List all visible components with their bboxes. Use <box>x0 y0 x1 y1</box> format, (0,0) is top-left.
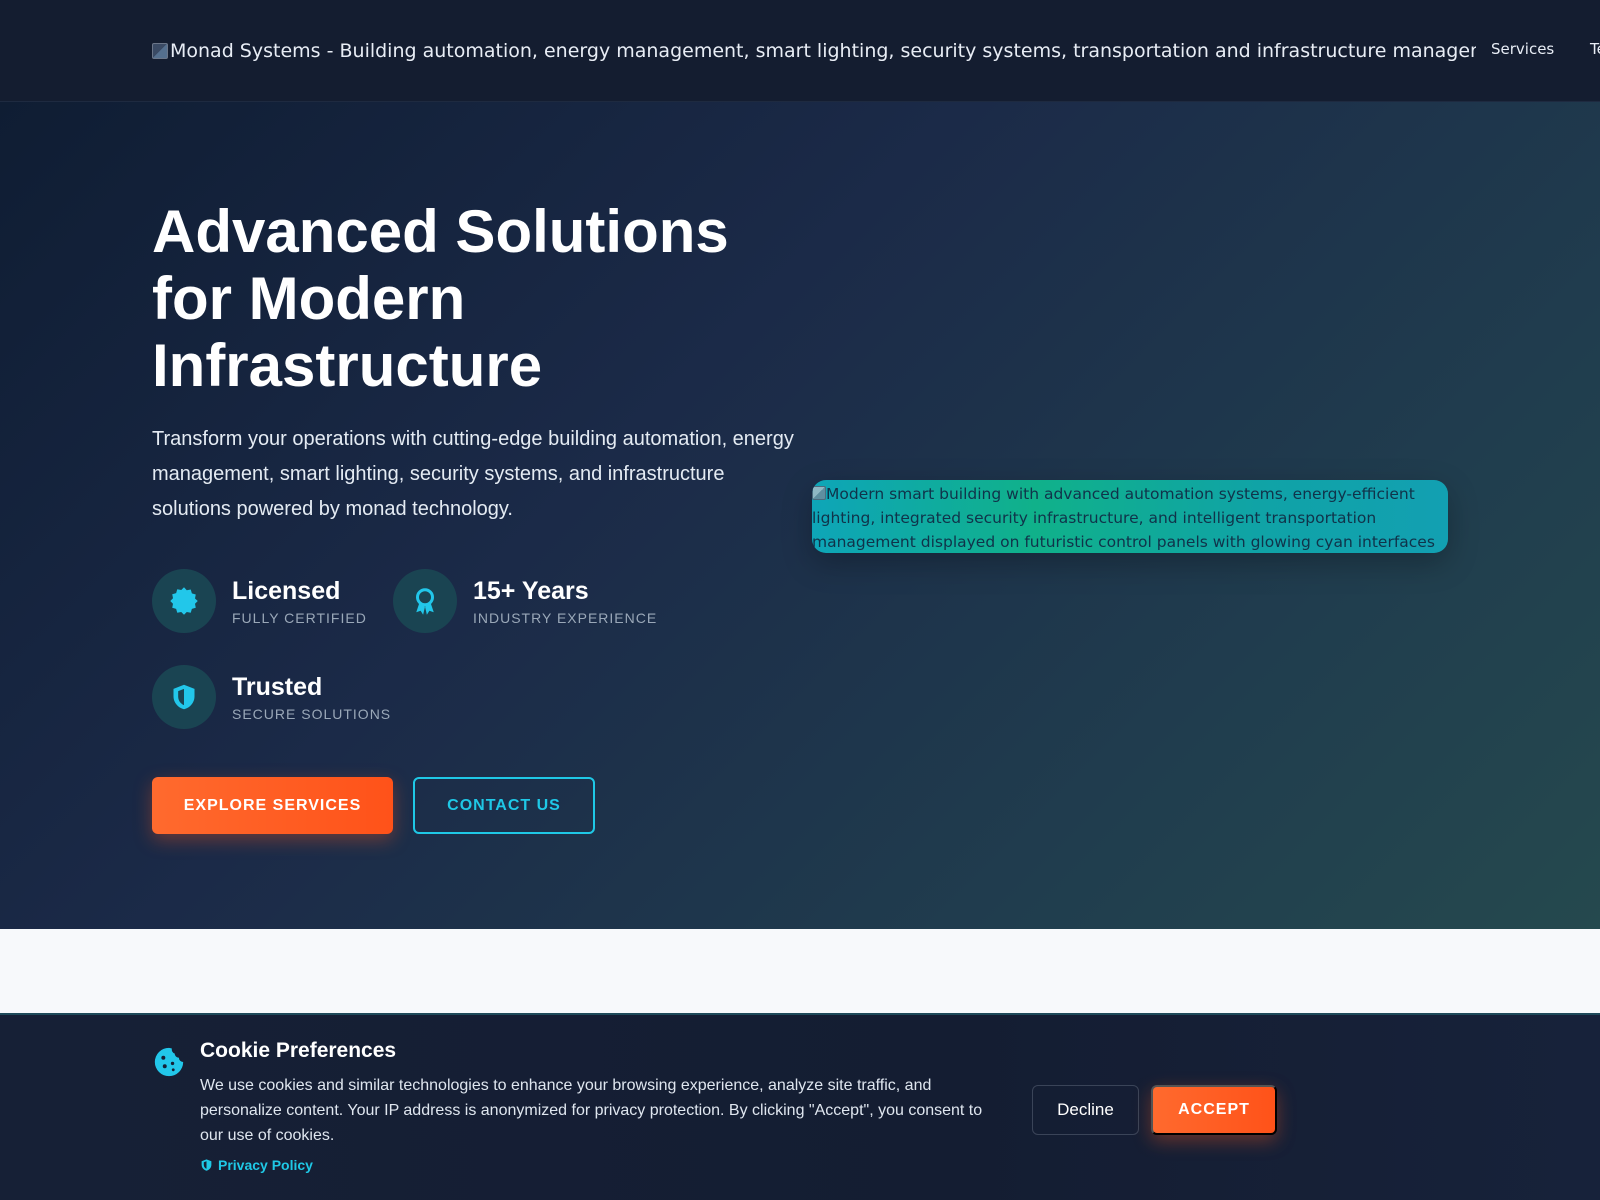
badge-subtitle: INDUSTRY EXPERIENCE <box>473 610 658 626</box>
badge-title: 15+ Years <box>473 577 589 605</box>
broken-image-icon <box>152 43 168 59</box>
logo-alt-text: Monad Systems - Building automation, ene… <box>170 40 1476 62</box>
hero-image-alt-text: Modern smart building with advanced auto… <box>812 485 1435 551</box>
badge-licensed: Licensed FULLY CERTIFIED <box>152 569 367 633</box>
award-icon <box>393 569 457 633</box>
cookie-banner: Cookie Preferences We use cookies and si… <box>0 1013 1600 1200</box>
nav-item-services[interactable]: Services <box>1491 40 1554 58</box>
badge-title: Trusted <box>232 673 323 701</box>
badge-title: Licensed <box>232 577 341 605</box>
explore-services-button[interactable]: EXPLORE SERVICES <box>152 777 393 834</box>
hero-subtitle: Transform your operations with cutting-e… <box>152 428 794 520</box>
shield-icon <box>152 665 216 729</box>
badge-check-icon <box>152 569 216 633</box>
hero-image: Modern smart building with advanced auto… <box>812 480 1448 553</box>
privacy-policy-link[interactable]: Privacy Policy <box>200 1157 313 1173</box>
hero-title: Advanced Solutions for Modern Infrastruc… <box>152 198 729 399</box>
badge-subtitle: SECURE SOLUTIONS <box>232 706 392 722</box>
site-header: Monad Systems - Building automation, ene… <box>0 0 1600 102</box>
decline-button[interactable]: Decline <box>1032 1085 1139 1135</box>
cookie-text: We use cookies and similar technologies … <box>200 1077 983 1144</box>
cookie-icon <box>152 1045 186 1083</box>
contact-us-button[interactable]: CONTACT US <box>413 777 595 834</box>
broken-image-icon <box>812 486 826 500</box>
badge-experience: 15+ Years INDUSTRY EXPERIENCE <box>393 569 657 633</box>
logo[interactable]: Monad Systems - Building automation, ene… <box>152 37 1476 65</box>
badge-subtitle: FULLY CERTIFIED <box>232 610 367 626</box>
shield-icon <box>201 1159 212 1171</box>
badge-trusted: Trusted SECURE SOLUTIONS <box>152 665 391 729</box>
privacy-policy-label: Privacy Policy <box>218 1157 313 1173</box>
hero-section: Advanced Solutions for Modern Infrastruc… <box>0 102 1600 929</box>
nav-item-te[interactable]: Te <box>1590 40 1600 58</box>
cookie-title: Cookie Preferences <box>200 1039 397 1062</box>
accept-button[interactable]: ACCEPT <box>1151 1085 1277 1135</box>
